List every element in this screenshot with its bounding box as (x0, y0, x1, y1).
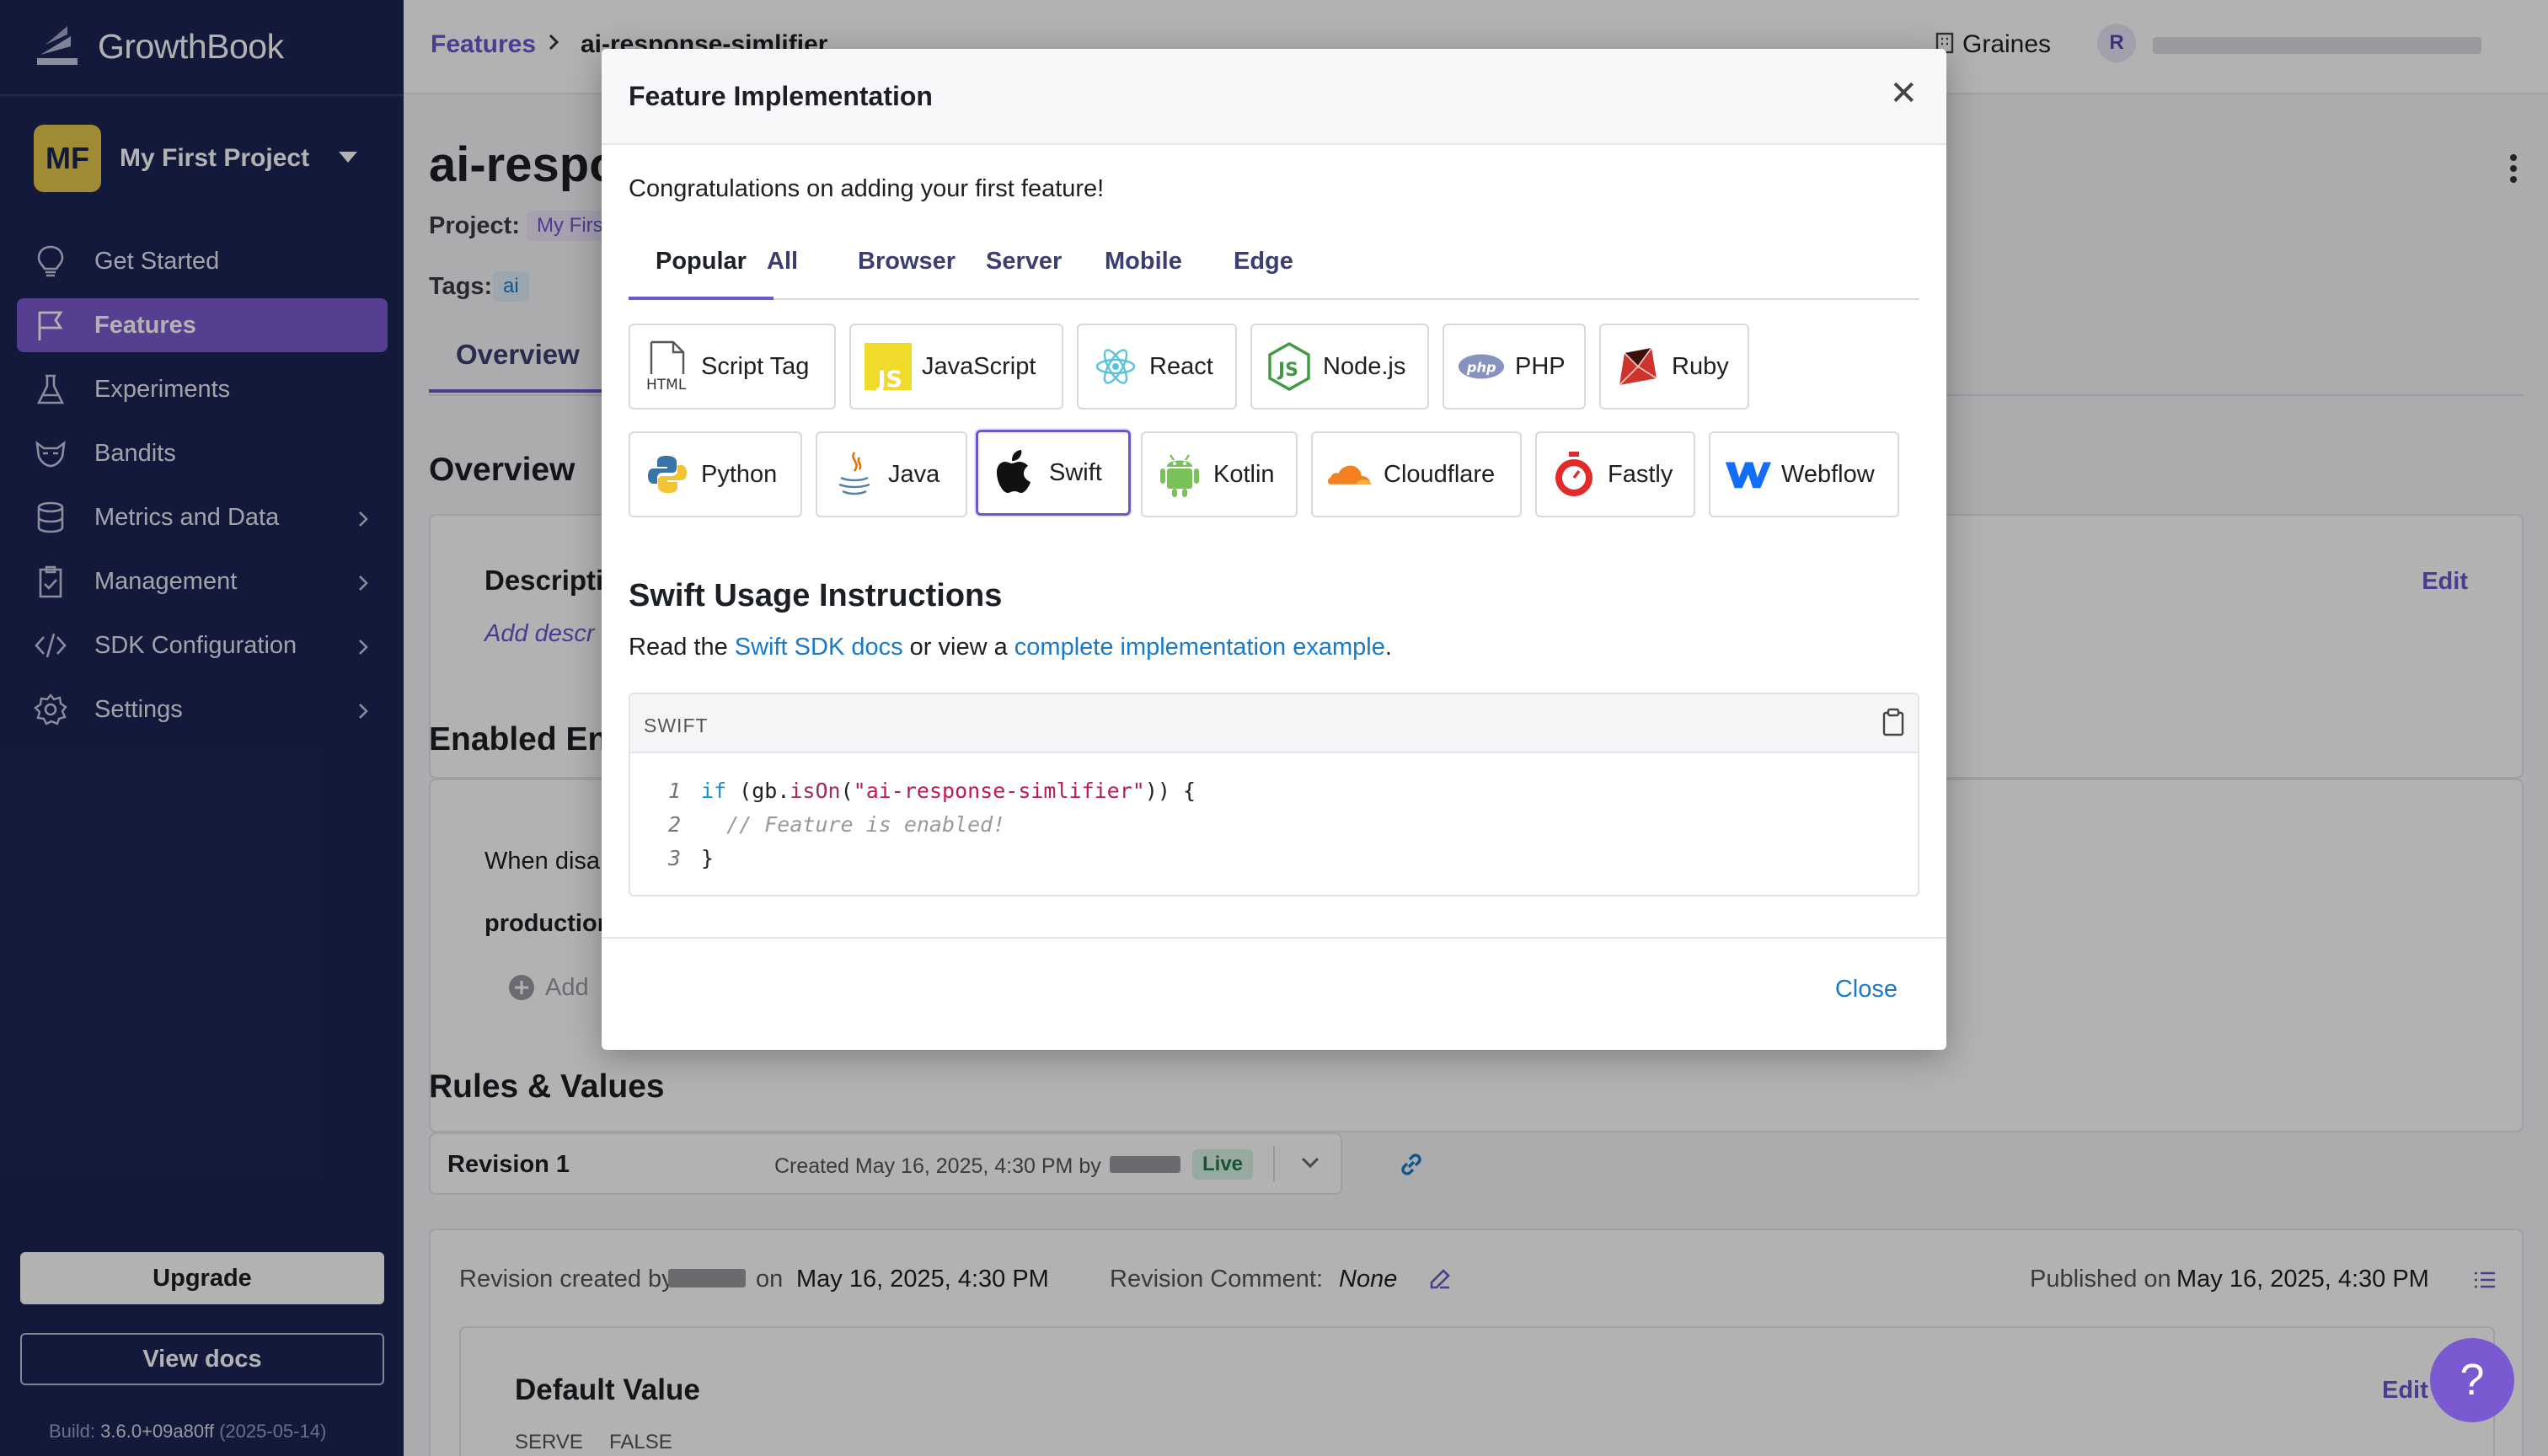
language-tabs: Popular All Browser Server Mobile Edge (629, 246, 1919, 300)
svg-text:php: php (1466, 359, 1496, 375)
lang-label: Fastly (1608, 460, 1673, 488)
lang-java[interactable]: Java (816, 431, 967, 517)
lang-nodejs[interactable]: JS Node.js (1250, 324, 1429, 410)
lang-label: React (1149, 352, 1213, 380)
cloudflare-icon (1326, 449, 1373, 500)
lang-label: Java (888, 460, 940, 488)
lang-react[interactable]: React (1077, 324, 1237, 410)
copy-icon[interactable] (1881, 708, 1906, 741)
javascript-icon: JS (864, 341, 912, 392)
feature-implementation-modal: Feature Implementation ✕ Congratulations… (602, 49, 1946, 1050)
usage-suffix: . (1384, 634, 1392, 661)
java-icon (831, 449, 878, 500)
lang-kotlin[interactable]: Kotlin (1141, 431, 1298, 517)
ruby-icon (1614, 341, 1662, 392)
modal-footer: Close (602, 937, 1946, 1050)
lang-label: Ruby (1672, 352, 1729, 380)
code-line: 3 } (630, 841, 1918, 875)
usage-prefix: Read the (629, 634, 728, 661)
lang-cloudflare[interactable]: Cloudflare (1311, 431, 1522, 517)
webflow-icon (1724, 449, 1771, 500)
nodejs-icon: JS (1266, 341, 1313, 392)
code-line: 1 if (gb.isOn("ai-response-simlifier")) … (630, 774, 1918, 807)
lang-script-tag[interactable]: HTML Script Tag (629, 324, 836, 410)
usage-middle: or view a (909, 634, 1008, 661)
tab-mobile[interactable]: Mobile (1078, 246, 1209, 300)
code-text: if (gb.isOn("ai-response-simlifier")) { (701, 779, 1196, 803)
lang-php[interactable]: php PHP (1443, 324, 1586, 410)
code-function: isOn (790, 778, 841, 803)
swift-sdk-docs-link[interactable]: Swift SDK docs (735, 634, 903, 661)
apple-icon (992, 447, 1039, 498)
code-plain: (gb. (726, 778, 790, 803)
lang-label: Kotlin (1213, 460, 1275, 488)
android-icon (1156, 449, 1203, 500)
fastly-icon (1550, 449, 1598, 500)
line-number: 2 (667, 811, 681, 837)
lang-fastly[interactable]: Fastly (1535, 431, 1695, 517)
code-text: } (701, 845, 715, 870)
help-button[interactable]: ? (2430, 1338, 2514, 1422)
line-number: 3 (667, 845, 681, 870)
html-file-icon: HTML (644, 340, 691, 393)
code-keyword: if (701, 778, 727, 803)
lang-swift[interactable]: Swift (976, 430, 1131, 516)
tab-all[interactable]: All (740, 246, 825, 300)
tab-server[interactable]: Server (959, 246, 1089, 300)
code-language-label: SWIFT (644, 715, 709, 736)
php-icon: php (1458, 341, 1505, 392)
lang-label: PHP (1515, 352, 1566, 380)
code-line: 2 // Feature is enabled! (630, 807, 1918, 841)
lang-label: Script Tag (701, 352, 810, 380)
usage-paragraph: Read the Swift SDK docs or view a comple… (629, 634, 1392, 661)
python-icon (644, 449, 691, 500)
lang-label: JavaScript (922, 352, 1036, 380)
lang-label: Node.js (1323, 352, 1406, 380)
code-string: "ai-response-simlifier" (853, 778, 1145, 803)
code-comment: // Feature is enabled! (701, 811, 1006, 837)
close-button[interactable]: Close (1835, 976, 1898, 1004)
modal-header: Feature Implementation ✕ (602, 49, 1946, 145)
close-icon[interactable]: ✕ (1889, 74, 1918, 113)
usage-heading: Swift Usage Instructions (629, 578, 1003, 613)
code-plain: ( (840, 778, 854, 803)
lang-label: Swift (1049, 458, 1102, 486)
svg-text:JS: JS (875, 367, 902, 391)
code-block: SWIFT 1 if (gb.isOn("ai-response-simlifi… (629, 693, 1919, 897)
lang-label: Cloudflare (1384, 460, 1496, 488)
lang-ruby[interactable]: Ruby (1599, 324, 1749, 410)
lang-webflow[interactable]: Webflow (1709, 431, 1899, 517)
code-plain: )) { (1144, 778, 1196, 803)
react-icon (1092, 341, 1139, 392)
svg-text:JS: JS (1277, 360, 1298, 381)
code-body[interactable]: 1 if (gb.isOn("ai-response-simlifier")) … (630, 755, 1918, 895)
modal-title: Feature Implementation (629, 81, 933, 111)
lang-label: Webflow (1781, 460, 1875, 488)
congrats-text: Congratulations on adding your first fea… (629, 175, 1105, 202)
lang-python[interactable]: Python (629, 431, 802, 517)
tab-edge[interactable]: Edge (1207, 246, 1320, 300)
line-number: 1 (667, 778, 681, 803)
lang-label: Python (701, 460, 778, 488)
svg-text:HTML: HTML (646, 377, 687, 393)
lang-javascript[interactable]: JS JavaScript (849, 324, 1063, 410)
implementation-example-link[interactable]: complete implementation example (1014, 634, 1385, 661)
code-header: SWIFT (630, 694, 1918, 753)
